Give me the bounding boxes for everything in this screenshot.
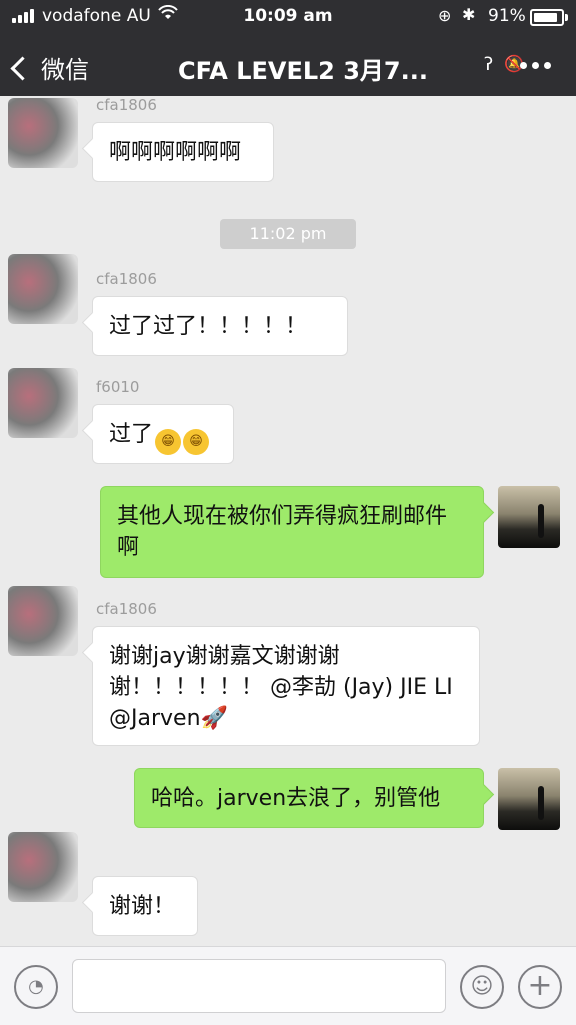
back-label: 微信 bbox=[41, 56, 89, 84]
plus-button[interactable]: + bbox=[518, 965, 562, 1009]
chat-title: CFA LEVEL2 3月7... bbox=[178, 57, 428, 85]
plus-icon: + bbox=[527, 968, 553, 1003]
message-bubble[interactable]: 谢谢jay谢谢嘉文谢谢谢谢！！！！！！ @李劼 (Jay) JIE LI @Ja… bbox=[92, 626, 480, 746]
message-bubble[interactable]: 过了过了！！！！！ bbox=[92, 296, 348, 356]
emoji-button[interactable]: ☺ bbox=[460, 965, 504, 1009]
message-text: 过了过了！！！！！ bbox=[109, 314, 308, 339]
battery-icon bbox=[530, 9, 568, 26]
nav-bar: 微信 CFA LEVEL2 3月7... ʔ 🔕 bbox=[0, 32, 576, 96]
more-options-button[interactable] bbox=[520, 62, 551, 69]
message-text: 哈哈。jarven去浪了，别管他 bbox=[151, 786, 441, 811]
sender-name: f6010 bbox=[96, 378, 140, 396]
sender-name: cfa1806 bbox=[96, 600, 157, 618]
message-bubble[interactable]: 谢谢！ bbox=[92, 876, 198, 936]
message-text: 谢谢！ bbox=[109, 894, 176, 919]
battery-percent: 91% bbox=[488, 6, 526, 26]
avatar[interactable] bbox=[498, 486, 560, 548]
avatar[interactable] bbox=[8, 368, 78, 438]
status-bar: vodafone AU 10:09 am ⊕ ✱ 91% bbox=[0, 0, 576, 32]
avatar[interactable] bbox=[8, 586, 78, 656]
message-bubble[interactable]: 啊啊啊啊啊啊 bbox=[92, 122, 274, 182]
avatar[interactable] bbox=[8, 254, 78, 324]
message-bubble[interactable]: 其他人现在被你们弄得疯狂刷邮件啊 bbox=[100, 486, 484, 578]
grin-emoji-icon: 😁 bbox=[155, 429, 182, 455]
message-bubble[interactable]: 哈哈。jarven去浪了，别管他 bbox=[134, 768, 484, 828]
message-text: 啊啊啊啊啊啊 bbox=[109, 140, 242, 165]
emoji-icon: ☺ bbox=[470, 974, 494, 999]
sender-name: cfa1806 bbox=[96, 96, 157, 114]
message-bubble[interactable]: 过了 😁 😁 bbox=[92, 404, 234, 464]
earpiece-icon: ʔ bbox=[484, 54, 494, 75]
grin-emoji-icon: 😁 bbox=[183, 429, 210, 455]
sender-name: cfa1806 bbox=[96, 270, 157, 288]
voice-button[interactable]: ◔ bbox=[14, 965, 58, 1009]
top-bar: vodafone AU 10:09 am ⊕ ✱ 91% 微信 CFA LEVE… bbox=[0, 0, 576, 96]
input-bar: ◔ ☺ + bbox=[0, 946, 576, 1025]
bluetooth-icon: ✱ bbox=[462, 5, 476, 24]
message-text: 过了 bbox=[109, 422, 154, 447]
avatar[interactable] bbox=[498, 768, 560, 830]
message-input[interactable] bbox=[72, 959, 446, 1013]
message-text: 其他人现在被你们弄得疯狂刷邮件啊 bbox=[117, 504, 448, 560]
chat-area[interactable]: cfa1806 啊啊啊啊啊啊 11:02 pm cfa1806 过了过了！！！！… bbox=[0, 96, 576, 946]
voice-icon: ◔ bbox=[28, 976, 44, 997]
back-button[interactable]: 微信 bbox=[10, 50, 89, 85]
message-text: 谢谢jay谢谢嘉文谢谢谢谢！！！！！！ @李劼 (Jay) JIE LI @Ja… bbox=[109, 644, 453, 731]
avatar[interactable] bbox=[8, 832, 78, 902]
rotation-lock-icon: ⊕ bbox=[438, 6, 452, 25]
avatar[interactable] bbox=[8, 98, 78, 168]
time-divider: 11:02 pm bbox=[220, 219, 356, 249]
chevron-left-icon bbox=[10, 56, 35, 81]
